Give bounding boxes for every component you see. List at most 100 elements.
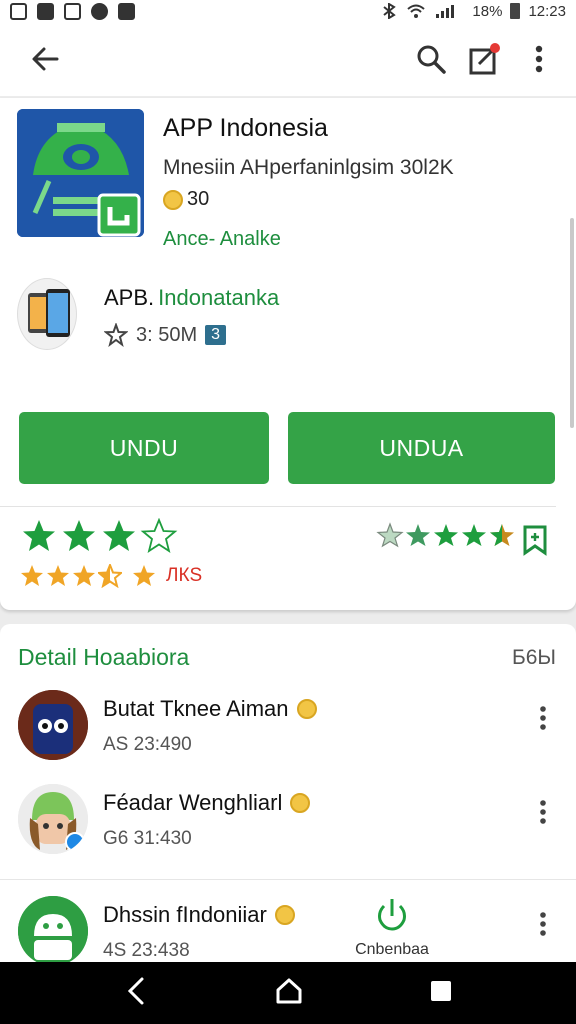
notification-icon [64,2,81,20]
bookmark-icon [523,525,547,556]
install-button[interactable]: UNDU [19,412,269,484]
nav-home-button[interactable] [274,976,304,1011]
app-bar [0,22,576,96]
list-item[interactable]: Féadar Wenghliarl G6 31:430 [0,784,576,884]
more-vert-icon [540,912,546,936]
list-item-title: Butat Tknee Aiman [103,696,317,722]
star-outline-icon [104,323,128,347]
nav-recents-button[interactable] [428,978,454,1009]
phone-icon [28,289,70,337]
notification-icon [37,2,54,20]
notification-icons [10,2,135,20]
item-overflow-button[interactable] [533,910,553,938]
rating-value: 30 [187,188,210,210]
more-vert-icon [540,706,546,730]
section-more-link[interactable]: Б6Ы [512,646,556,670]
star-filled-icon [434,524,458,546]
list-item-name: Féadar Wenghliarl [103,790,283,815]
list-item-meta: AS 23:490 [103,734,192,755]
app-logo-icon [17,109,144,237]
avatar[interactable] [18,784,88,854]
avatar[interactable] [18,690,88,760]
clock: 12:23 [528,2,566,20]
avatar[interactable] [18,896,88,964]
download-action-label: Cnbenbaa [355,941,429,958]
system-nav-bar [0,962,576,1024]
list-item-title: Féadar Wenghliarl [103,790,311,816]
edit-button[interactable] [462,36,508,82]
battery-text: 18% [472,2,503,20]
downloads-count: 3: 50M [136,323,198,346]
star-half-icon [490,524,514,546]
list-item-meta: G6 31:430 [103,828,192,849]
notification-icon [91,2,108,20]
download-button[interactable]: UNDUA [288,412,555,484]
star-outline-icon [376,522,404,548]
list-item-meta: 4S 23:438 [103,940,190,961]
star-outline-icon [140,518,178,554]
bluetooth-icon [383,3,397,19]
coin-icon [163,189,183,210]
list-item-title: Dhssin fIndoniiar [103,902,295,928]
rating-stars[interactable] [20,518,178,554]
developer-meta: 3: 50M 3 [104,323,227,347]
app-details-card: APP Indonesia Mnesiin AHperfaninlgsim 30… [0,98,576,610]
wishlist-button[interactable] [520,524,550,561]
star-filled-icon [462,524,486,546]
star-filled-icon [406,524,430,546]
list-item[interactable]: Dhssin fIndoniiar 4S 23:438 Cnbenbaa [0,896,576,964]
download-action[interactable]: Cnbenbaa [352,896,432,959]
search-button[interactable] [408,36,454,82]
developer-link[interactable]: Indonatanka [158,285,279,311]
list-item-name: Dhssin fIndoniiar [103,902,267,927]
android-girl-avatar-icon [18,784,88,854]
star-filled-icon [133,565,155,586]
notification-icon [10,2,27,20]
stars-summary [376,522,516,548]
list-item[interactable]: Butat Tknee Aiman AS 23:490 [0,690,576,790]
nav-recents-icon [431,980,451,1001]
developer-avatar[interactable] [17,278,77,350]
more-vert-icon [540,800,546,824]
age-badge: 3 [205,325,227,345]
section-title: Detail Hoaabiora [18,644,190,670]
developer-name[interactable]: APB. Indonatanka [104,285,279,311]
app-title: APP Indonesia [163,114,328,142]
star-filled-icon [21,565,43,586]
app-category-link[interactable]: Ance- Analke [163,228,281,251]
details-section: Detail Hoaabiora Б6Ы Butat Tknee Aiman A… [0,624,576,964]
developer-prefix: APB. [104,285,155,310]
item-overflow-button[interactable] [533,798,553,826]
app-rating: 30 [163,188,209,211]
star-filled-icon [23,520,55,551]
status-bar: 18% 12:23 [0,0,576,22]
item-overflow-button[interactable] [533,704,553,732]
coin-icon [296,699,317,719]
app-icon[interactable] [17,109,144,237]
nav-back-button[interactable] [122,976,150,1011]
more-vert-icon [535,45,543,73]
wifi-icon [407,4,426,18]
star-filled-icon [103,520,135,551]
app-subtitle: Mnesiin AHperfaninlgsim 30l2K [163,156,454,179]
battery-icon [510,3,521,19]
notification-icon [118,2,135,20]
reviews-count: ЛКS [166,565,203,586]
nav-home-icon [276,978,302,1003]
divider [0,879,576,880]
nav-back-icon [127,977,144,1004]
signal-icon [436,5,455,18]
coin-icon [290,793,311,813]
search-icon [417,45,446,74]
android-avatar-icon [18,896,88,964]
back-button[interactable] [22,36,68,82]
edit-icon [469,43,500,75]
star-filled-icon [63,520,95,551]
review-stars: ЛКS [20,564,202,588]
divider [0,506,556,507]
star-filled-icon [47,565,69,586]
star-half-icon [98,564,122,588]
monster-avatar-icon [18,690,88,760]
overflow-menu-button[interactable] [516,36,562,82]
scrollbar[interactable] [570,218,574,428]
